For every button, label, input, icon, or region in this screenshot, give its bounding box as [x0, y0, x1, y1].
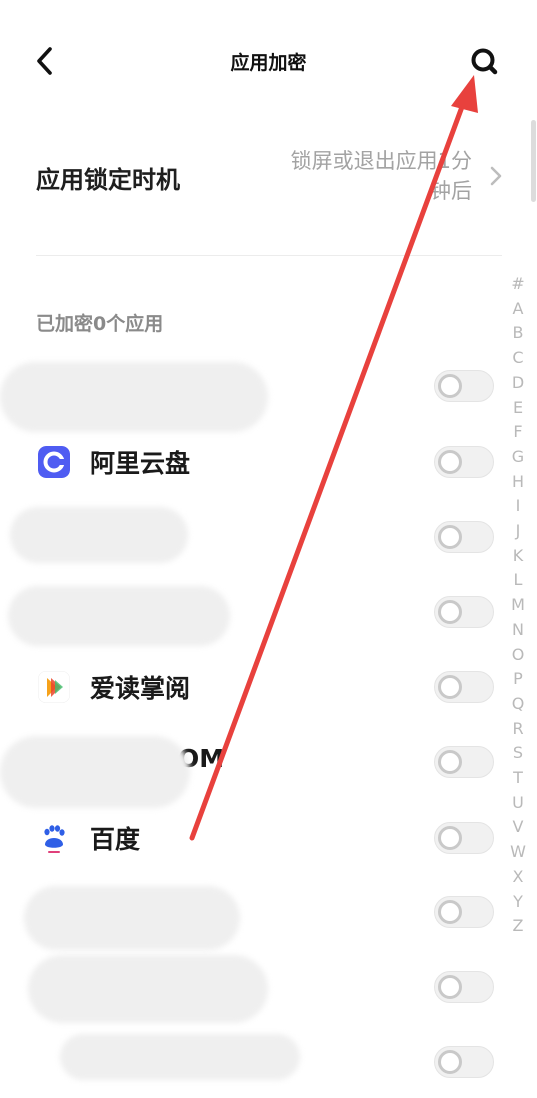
app-row[interactable]	[0, 352, 500, 432]
alphabet-index-letter[interactable]: A	[505, 297, 531, 322]
lock-toggle[interactable]	[434, 370, 494, 402]
baidu-icon	[38, 822, 70, 854]
lock-timing-value-line1: 锁屏或退出应用1分	[290, 149, 472, 173]
app-row[interactable]: 爱读掌阅	[0, 653, 500, 723]
alphabet-index-letter[interactable]: H	[505, 470, 531, 495]
alphabet-index-letter[interactable]: P	[505, 667, 531, 692]
app-name: 百度	[90, 825, 141, 854]
alphabet-index-letter[interactable]: N	[505, 618, 531, 643]
alphabet-index-letter[interactable]: T	[505, 766, 531, 791]
toggle-knob	[438, 975, 462, 999]
lock-toggle[interactable]	[434, 671, 494, 703]
app-row[interactable]	[0, 1028, 500, 1098]
chevron-right-icon	[490, 166, 502, 186]
toggle-knob	[438, 750, 462, 774]
lock-toggle[interactable]	[434, 596, 494, 628]
alphabet-index-letter[interactable]: L	[505, 568, 531, 593]
toggle-knob	[438, 450, 462, 474]
page-title: 应用加密	[230, 52, 307, 74]
lock-toggle[interactable]	[434, 822, 494, 854]
app-row[interactable]	[0, 503, 500, 573]
toggle-knob	[438, 826, 462, 850]
alphabet-index-letter[interactable]: I	[505, 494, 531, 519]
alphabet-index-letter[interactable]: W	[505, 840, 531, 865]
alphabet-index-letter[interactable]: C	[505, 346, 531, 371]
toggle-knob	[438, 374, 462, 398]
alphabet-index-letter[interactable]: S	[505, 741, 531, 766]
search-icon[interactable]	[466, 44, 502, 80]
lock-timing-label: 应用锁定时机	[36, 166, 180, 194]
lock-toggle[interactable]	[434, 971, 494, 1003]
aliyun-drive-icon	[38, 446, 70, 478]
app-row[interactable]	[0, 878, 500, 950]
alphabet-index-letter[interactable]: U	[505, 791, 531, 816]
redaction-mark	[0, 736, 190, 808]
alphabet-index[interactable]: # A B C D E F G H I J K L M N O P Q R S T U V W X Y Z	[505, 272, 531, 939]
redaction-mark	[0, 362, 268, 432]
app-name: 爱读掌阅	[90, 674, 191, 703]
alphabet-index-letter[interactable]: #	[505, 272, 531, 297]
lock-timing-value-line2: 钟后	[430, 179, 472, 203]
alphabet-index-letter[interactable]: Q	[505, 692, 531, 717]
alphabet-index-letter[interactable]: J	[505, 519, 531, 544]
lock-toggle[interactable]	[434, 446, 494, 478]
app-row[interactable]: 阿里云盘	[0, 428, 500, 498]
app-row[interactable]: 百度	[0, 804, 500, 874]
lock-toggle[interactable]	[434, 746, 494, 778]
toggle-knob	[438, 600, 462, 624]
toggle-knob	[438, 525, 462, 549]
app-name: 阿里云盘	[90, 449, 191, 478]
lock-toggle[interactable]	[434, 1046, 494, 1078]
redaction-mark	[10, 507, 188, 563]
ireader-icon	[38, 671, 70, 703]
redaction-mark	[24, 886, 240, 950]
divider	[36, 255, 502, 256]
app-row[interactable]: OM	[0, 728, 500, 808]
lock-toggle[interactable]	[434, 896, 494, 928]
alphabet-index-letter[interactable]: R	[505, 717, 531, 742]
toggle-knob	[438, 675, 462, 699]
app-row[interactable]	[0, 578, 500, 648]
lock-toggle[interactable]	[434, 521, 494, 553]
alphabet-index-letter[interactable]: E	[505, 396, 531, 421]
redaction-mark	[8, 586, 230, 646]
alphabet-index-letter[interactable]: D	[505, 371, 531, 396]
lock-timing-row[interactable]: 应用锁定时机 锁屏或退出应用1分 钟后	[0, 130, 537, 240]
lock-timing-value: 锁屏或退出应用1分 钟后	[240, 146, 472, 206]
alphabet-index-letter[interactable]: B	[505, 321, 531, 346]
alphabet-index-letter[interactable]: M	[505, 593, 531, 618]
alphabet-index-letter[interactable]: X	[505, 865, 531, 890]
toggle-knob	[438, 1050, 462, 1074]
alphabet-index-letter[interactable]: G	[505, 445, 531, 470]
alphabet-index-letter[interactable]: Y	[505, 890, 531, 915]
toggle-knob	[438, 900, 462, 924]
redaction-mark	[28, 955, 268, 1023]
redaction-mark	[60, 1034, 300, 1080]
app-row[interactable]	[0, 953, 500, 1023]
alphabet-index-letter[interactable]: O	[505, 643, 531, 668]
alphabet-index-letter[interactable]: K	[505, 544, 531, 569]
alphabet-index-letter[interactable]: F	[505, 420, 531, 445]
alphabet-index-letter[interactable]: V	[505, 815, 531, 840]
alphabet-index-letter[interactable]: Z	[505, 914, 531, 939]
encrypted-count-label: 已加密0个应用	[36, 313, 164, 335]
